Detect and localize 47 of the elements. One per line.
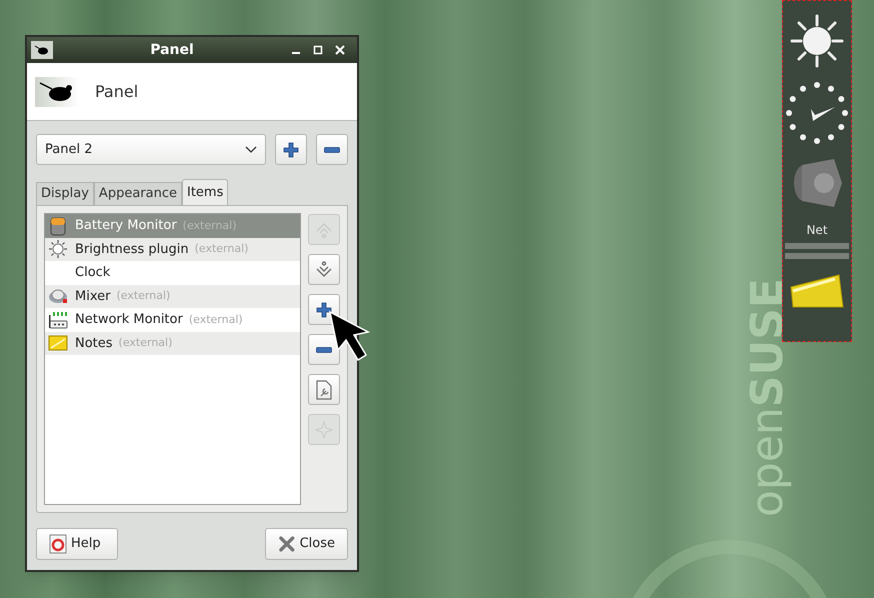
panel-dropdown[interactable]: Panel 2 xyxy=(36,134,266,165)
item-name: Battery Monitor xyxy=(75,217,177,235)
add-panel-button[interactable] xyxy=(275,134,308,165)
add-icon xyxy=(316,302,332,318)
item-name: Network Monitor xyxy=(75,311,183,329)
plus-icon xyxy=(283,142,300,158)
list-item[interactable]: Notes (external) xyxy=(45,332,300,355)
document-wrench-icon xyxy=(315,380,333,400)
tab[interactable]: Display xyxy=(36,182,94,205)
maximize-icon[interactable] xyxy=(313,45,323,55)
item-name: Brightness plugin xyxy=(75,240,189,258)
sun-icon xyxy=(48,239,68,260)
header-title: Panel xyxy=(95,80,138,102)
close-icon[interactable] xyxy=(335,45,345,55)
item-note: (external) xyxy=(118,335,172,351)
tab[interactable]: Items xyxy=(182,179,228,205)
window-title: Panel xyxy=(149,40,195,60)
item-note: (external) xyxy=(116,288,170,304)
item-name: Clock xyxy=(75,264,110,282)
dialog-button[interactable]: Close xyxy=(265,528,348,560)
remove-panel-button[interactable] xyxy=(316,134,348,165)
move-down-icon xyxy=(315,260,333,278)
dialog-button[interactable]: Help xyxy=(36,528,118,560)
sun-icon[interactable] xyxy=(789,13,845,69)
list-item[interactable]: Brightness plugin (external) xyxy=(45,238,300,261)
network-device-icon xyxy=(48,310,68,329)
item-name: Mixer xyxy=(75,288,110,306)
mouse-app-icon xyxy=(31,41,53,59)
remove-icon xyxy=(316,346,332,352)
item-name: Notes xyxy=(75,334,113,352)
network-meter-bar xyxy=(785,243,849,249)
lifebuoy-icon xyxy=(49,534,67,554)
chevron-down-icon xyxy=(245,146,258,154)
clock-icon[interactable] xyxy=(785,81,849,145)
tab[interactable]: Appearance xyxy=(94,182,182,205)
sticky-note-icon xyxy=(48,334,68,352)
item-note: (external) xyxy=(188,312,243,328)
minus-icon xyxy=(324,146,340,152)
close-icon xyxy=(278,535,296,553)
mouse-logo-icon xyxy=(35,76,79,106)
item-note: (external) xyxy=(194,241,248,257)
item-action-button[interactable] xyxy=(308,294,340,325)
net-label: Net xyxy=(806,222,828,239)
battery-icon xyxy=(49,216,67,236)
network-meter-bar xyxy=(785,253,849,259)
list-item[interactable]: Mixer (external) xyxy=(45,284,300,308)
speaker-knob-icon xyxy=(48,287,68,306)
